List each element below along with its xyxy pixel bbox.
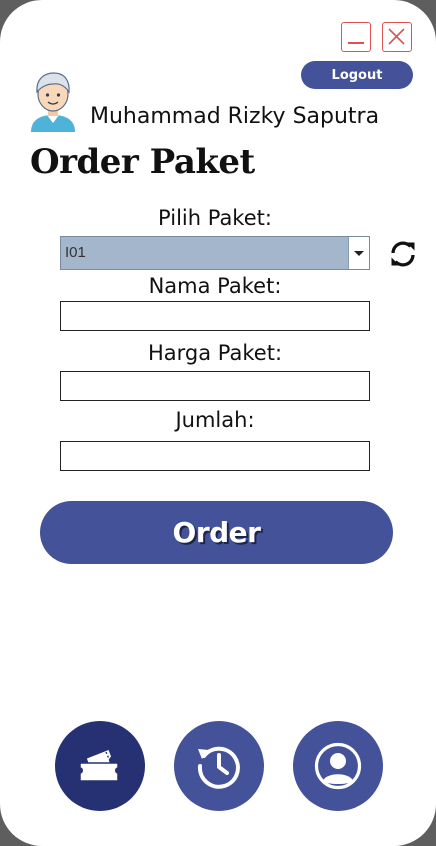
ticket-icon [79, 748, 119, 782]
username-label: Muhammad Rizky Saputra [90, 104, 380, 129]
pilih-paket-value: I01 [65, 244, 86, 261]
history-icon [197, 746, 240, 789]
minimize-icon [348, 42, 364, 44]
nav-history[interactable] [174, 721, 264, 811]
profile-icon [314, 742, 362, 790]
refresh-icon[interactable] [389, 240, 417, 268]
app-window: Logout Muhammad Rizky Saputra Order Pake… [0, 0, 436, 846]
nav-profile[interactable] [293, 721, 383, 811]
order-button[interactable]: Order [40, 501, 393, 564]
nama-paket-label: Nama Paket: [148, 274, 282, 298]
nama-paket-field[interactable] [60, 301, 370, 331]
close-button[interactable] [382, 22, 412, 52]
harga-paket-label: Harga Paket: [147, 341, 283, 365]
logout-button[interactable]: Logout [301, 61, 413, 89]
minimize-button[interactable] [341, 22, 371, 52]
user-avatar-icon [31, 72, 75, 132]
harga-paket-field[interactable] [60, 371, 370, 401]
pilih-paket-select[interactable]: I01 [60, 236, 370, 270]
pilih-paket-label: Pilih Paket: [158, 206, 272, 230]
nav-order[interactable] [55, 721, 145, 811]
chevron-down-icon[interactable] [348, 237, 369, 269]
page-title: Order Paket [30, 142, 255, 182]
jumlah-field[interactable] [60, 441, 370, 471]
jumlah-label: Jumlah: [175, 408, 255, 432]
close-icon [388, 28, 405, 45]
